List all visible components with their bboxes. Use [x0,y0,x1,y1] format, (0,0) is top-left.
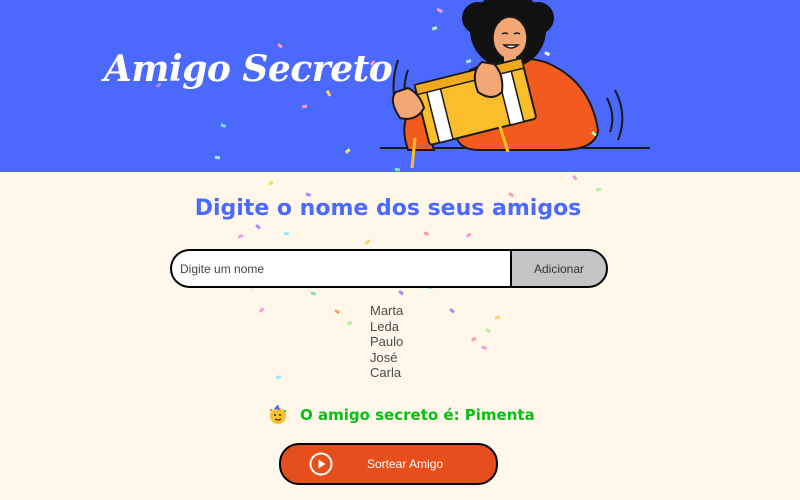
list-item: Marta [370,303,404,318]
add-friend-form: Adicionar [170,249,608,288]
app-title: Amigo Secreto [104,48,393,90]
friends-list: Marta Leda Paulo José Carla [370,303,403,381]
draw-friend-button[interactable]: Sortear Amigo [279,443,498,485]
play-icon [309,452,333,476]
result-area: O amigo secreto é: Pimenta [268,405,535,425]
list-item: Leda [370,318,399,334]
list-item: José [370,349,398,365]
result-text: O amigo secreto é: Pimenta [300,406,535,424]
add-button[interactable]: Adicionar [510,249,608,288]
person-with-gift-illustration [380,0,650,169]
header: Amigo Secreto [0,0,800,172]
list-item: Carla [370,365,402,380]
page-heading: Digite o nome dos seus amigos [194,196,582,221]
friend-name-input[interactable] [170,249,510,288]
party-face-icon [270,405,286,424]
list-item: Paulo [370,334,404,349]
draw-button-label: Sortear Amigo [367,457,444,471]
